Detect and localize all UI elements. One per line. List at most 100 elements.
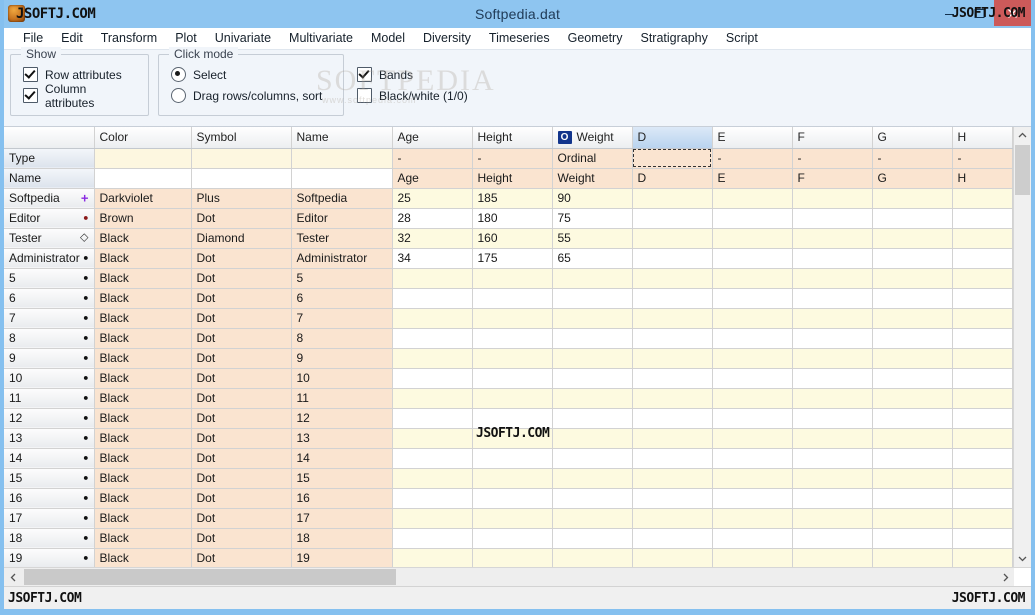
table-cell[interactable]: Black xyxy=(94,308,192,329)
table-cell[interactable] xyxy=(712,248,793,269)
maximize-button[interactable] xyxy=(964,0,994,26)
table-cell[interactable] xyxy=(952,468,1013,489)
table-cell[interactable]: Black xyxy=(94,268,192,289)
column-header-h[interactable]: H xyxy=(952,127,1013,149)
row-header[interactable]: 10 ● xyxy=(4,368,95,389)
table-cell[interactable] xyxy=(392,488,473,509)
menu-item-geometry[interactable]: Geometry xyxy=(559,28,632,49)
table-cell[interactable] xyxy=(872,388,953,409)
table-cell[interactable] xyxy=(712,288,793,309)
table-cell[interactable] xyxy=(632,328,713,349)
table-cell[interactable]: Black xyxy=(94,388,192,409)
table-cell[interactable] xyxy=(872,228,953,249)
row-header[interactable]: 19 ● xyxy=(4,548,95,567)
table-cell[interactable] xyxy=(632,248,713,269)
row-header[interactable]: Tester ◇ xyxy=(4,228,95,249)
table-cell[interactable] xyxy=(632,408,713,429)
table-cell[interactable] xyxy=(792,408,873,429)
table-cell[interactable] xyxy=(632,268,713,289)
table-cell[interactable] xyxy=(392,428,473,449)
table-cell[interactable] xyxy=(472,268,553,289)
table-cell[interactable] xyxy=(712,388,793,409)
table-cell[interactable] xyxy=(712,328,793,349)
table-cell[interactable] xyxy=(872,188,953,209)
table-cell[interactable]: 12 xyxy=(291,408,393,429)
table-cell[interactable] xyxy=(552,428,633,449)
row-header[interactable]: Editor ● xyxy=(4,208,95,229)
table-cell[interactable] xyxy=(632,348,713,369)
table-cell[interactable] xyxy=(552,348,633,369)
table-cell[interactable] xyxy=(632,468,713,489)
table-cell[interactable]: 10 xyxy=(291,368,393,389)
column-header-name[interactable]: Name xyxy=(291,127,393,149)
table-cell[interactable] xyxy=(872,468,953,489)
cell-name-height[interactable]: Height xyxy=(472,168,553,189)
table-cell[interactable] xyxy=(712,468,793,489)
table-cell[interactable] xyxy=(552,448,633,469)
cell-type-age[interactable]: - xyxy=(392,148,473,169)
corner-header[interactable] xyxy=(4,127,95,149)
table-cell[interactable] xyxy=(872,488,953,509)
table-cell[interactable]: 90 xyxy=(552,188,633,209)
cell-type-e[interactable]: - xyxy=(712,148,793,169)
table-cell[interactable] xyxy=(632,428,713,449)
table-cell[interactable]: Dot xyxy=(191,208,292,229)
table-cell[interactable] xyxy=(792,428,873,449)
row-header[interactable]: 15 ● xyxy=(4,468,95,489)
table-cell[interactable]: Dot xyxy=(191,288,292,309)
table-cell[interactable] xyxy=(472,308,553,329)
cell-name-color[interactable] xyxy=(94,168,192,189)
cell-type-weight[interactable]: Ordinal xyxy=(552,148,633,169)
table-cell[interactable]: Dot xyxy=(191,428,292,449)
row-header-type[interactable]: Type xyxy=(4,148,95,169)
table-cell[interactable] xyxy=(552,408,633,429)
table-cell[interactable]: Darkviolet xyxy=(94,188,192,209)
table-cell[interactable] xyxy=(472,368,553,389)
table-cell[interactable]: Dot xyxy=(191,488,292,509)
scroll-left-icon[interactable] xyxy=(4,568,22,586)
cell-type-name[interactable] xyxy=(291,148,393,169)
table-cell[interactable] xyxy=(872,368,953,389)
menu-item-timeseries[interactable]: Timeseries xyxy=(480,28,559,49)
minimize-button[interactable] xyxy=(934,0,964,26)
table-cell[interactable] xyxy=(472,448,553,469)
table-cell[interactable] xyxy=(632,488,713,509)
table-cell[interactable]: Diamond xyxy=(191,228,292,249)
table-cell[interactable] xyxy=(472,488,553,509)
table-cell[interactable] xyxy=(712,488,793,509)
menu-item-model[interactable]: Model xyxy=(362,28,414,49)
table-cell[interactable] xyxy=(392,308,473,329)
table-cell[interactable] xyxy=(792,228,873,249)
table-cell[interactable] xyxy=(632,228,713,249)
table-cell[interactable]: Black xyxy=(94,368,192,389)
table-cell[interactable]: 16 xyxy=(291,488,393,509)
table-cell[interactable] xyxy=(952,348,1013,369)
table-cell[interactable] xyxy=(632,188,713,209)
table-cell[interactable] xyxy=(552,268,633,289)
menu-item-edit[interactable]: Edit xyxy=(52,28,92,49)
table-cell[interactable] xyxy=(872,528,953,549)
table-cell[interactable] xyxy=(392,368,473,389)
column-header-height[interactable]: Height xyxy=(472,127,553,149)
table-cell[interactable] xyxy=(792,208,873,229)
table-cell[interactable] xyxy=(952,528,1013,549)
table-cell[interactable] xyxy=(952,268,1013,289)
table-cell[interactable]: 7 xyxy=(291,308,393,329)
scroll-up-icon[interactable] xyxy=(1014,127,1031,144)
table-cell[interactable] xyxy=(552,328,633,349)
table-cell[interactable] xyxy=(792,328,873,349)
table-cell[interactable]: 9 xyxy=(291,348,393,369)
table-cell[interactable]: 160 xyxy=(472,228,553,249)
table-cell[interactable]: 55 xyxy=(552,228,633,249)
table-cell[interactable]: Black xyxy=(94,328,192,349)
horizontal-scrollbar[interactable] xyxy=(4,567,1031,586)
table-cell[interactable]: Editor xyxy=(291,208,393,229)
vertical-scrollbar[interactable] xyxy=(1013,127,1031,567)
table-cell[interactable] xyxy=(792,188,873,209)
table-cell[interactable]: 5 xyxy=(291,268,393,289)
table-cell[interactable] xyxy=(552,488,633,509)
table-cell[interactable] xyxy=(792,448,873,469)
menu-item-multivariate[interactable]: Multivariate xyxy=(280,28,362,49)
table-cell[interactable] xyxy=(872,248,953,269)
table-cell[interactable] xyxy=(632,388,713,409)
